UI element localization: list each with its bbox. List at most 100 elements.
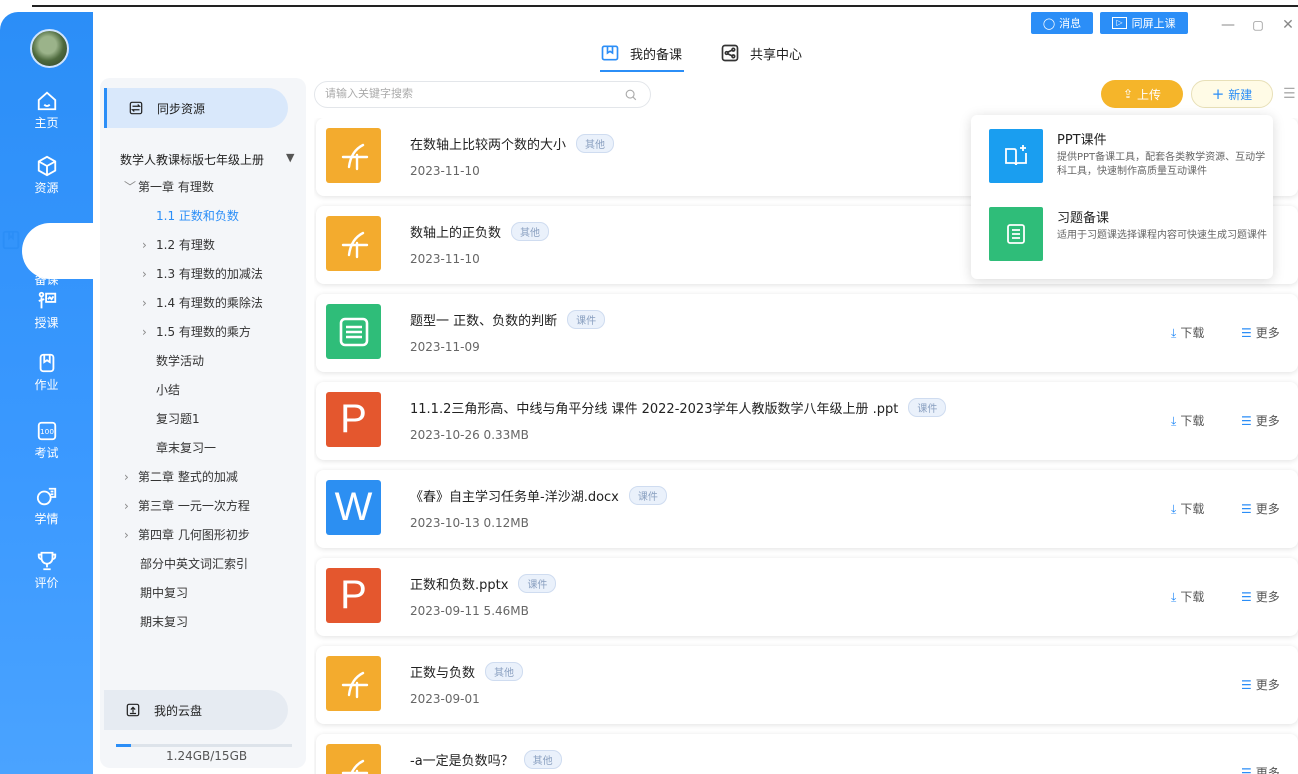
message-button[interactable]: ◯ 消息 — [1031, 12, 1093, 34]
resource-tag: 其他 — [523, 750, 562, 769]
upload-button[interactable]: ⇪ 上传 — [1101, 80, 1183, 108]
chevron-right-icon[interactable]: › — [142, 238, 156, 252]
tree-item[interactable]: 期中复习 — [140, 584, 188, 601]
screen-share-button[interactable]: ▷ 同屏上课 — [1100, 12, 1188, 34]
nav-item-resources[interactable]: 资源 — [0, 155, 93, 211]
tree-item[interactable]: 期末复习 — [140, 613, 188, 630]
trophy-icon — [37, 551, 56, 571]
tab-share-center[interactable]: 共享中心 — [720, 34, 810, 72]
nav-item-exam[interactable]: 100 考试 — [0, 420, 93, 476]
nav-item-home[interactable]: 主页 — [0, 90, 93, 146]
book-dropdown-icon[interactable]: ▼ — [286, 151, 294, 164]
more-button[interactable]: ☰ 更多 — [1241, 764, 1280, 774]
nav-item-analytics[interactable]: 学情 — [0, 486, 93, 542]
resource-title[interactable]: 数轴上的正负数 — [410, 222, 501, 241]
list-menu-icon[interactable]: ☰ — [1283, 86, 1296, 102]
tree-item[interactable]: › 第三章 一元一次方程 — [124, 497, 250, 514]
resource-title[interactable]: 正数和负数.pptx — [410, 574, 508, 593]
chevron-right-icon[interactable]: › — [124, 499, 138, 513]
resource-card[interactable]: P 11.1.2三角形高、中线与角平分线 课件 2022-2023学年人教版数学八… — [316, 382, 1298, 460]
upload-icon: ⇪ — [1122, 87, 1134, 101]
more-button[interactable]: ☰ 更多 — [1241, 676, 1280, 693]
nav-label: 学情 — [34, 512, 59, 526]
resource-title[interactable]: -a一定是负数吗？ — [410, 750, 514, 769]
more-button[interactable]: ☰ 更多 — [1241, 412, 1280, 429]
chevron-right-icon[interactable]: › — [142, 296, 156, 310]
other-file-icon — [326, 216, 381, 271]
maximize-icon[interactable]: ▢ — [1246, 13, 1270, 37]
tree-item[interactable]: › 1.2 有理数 — [142, 236, 215, 253]
tree-item[interactable]: › 1.4 有理数的乘除法 — [142, 294, 263, 311]
search-input[interactable] — [325, 87, 615, 100]
tree-item[interactable]: › 1.5 有理数的乘方 — [142, 323, 251, 340]
chevron-right-icon[interactable]: › — [142, 325, 156, 339]
sync-resources-button[interactable]: 同步资源 — [104, 88, 288, 128]
tab-my-lessons[interactable]: 我的备课 — [600, 34, 684, 72]
resource-title[interactable]: 在数轴上比较两个数的大小 — [410, 134, 566, 153]
resource-tag: 其他 — [485, 662, 524, 681]
tree-item[interactable]: › 1.3 有理数的加减法 — [142, 265, 263, 282]
tree-item[interactable]: 复习题1 — [156, 410, 200, 427]
more-button[interactable]: ☰ 更多 — [1241, 588, 1280, 605]
resource-title-row: 题型一 正数、负数的判断 课件 — [410, 310, 606, 329]
resource-card[interactable]: 题型一 正数、负数的判断 课件 2023-11-09 ⤓ 下载 ☰ 更多 — [316, 294, 1298, 372]
tree-item[interactable]: 部分中英文词汇索引 — [140, 555, 248, 572]
resource-title[interactable]: 11.1.2三角形高、中线与角平分线 课件 2022-2023学年人教版数学八年… — [410, 398, 898, 417]
resource-card[interactable]: W 《春》自主学习任务单-洋沙湖.docx 课件 2023-10-13 0.12MB ⤓… — [316, 470, 1298, 548]
tree-item[interactable]: 1.1 正数和负数 — [142, 207, 239, 224]
book-title[interactable]: 数学人教课标版七年级上册 — [120, 151, 264, 168]
avatar[interactable] — [30, 29, 69, 68]
download-icon: ⤓ — [1171, 590, 1177, 604]
resource-title-row: 正数和负数.pptx 课件 — [410, 574, 557, 593]
tree-item-label: 第三章 一元一次方程 — [138, 499, 250, 513]
more-icon: ☰ — [1241, 678, 1252, 692]
more-label: 更多 — [1255, 326, 1280, 340]
resource-title[interactable]: 正数与负数 — [410, 662, 475, 681]
resource-card[interactable]: P 正数和负数.pptx 课件 2023-09-11 5.46MB ⤓ 下载 ☰ 更多 — [316, 558, 1298, 636]
book-open-icon — [601, 45, 619, 61]
tree-item-label: 1.2 有理数 — [156, 238, 215, 252]
download-button[interactable]: ⤓ 下载 — [1171, 500, 1204, 517]
more-label: 更多 — [1255, 678, 1280, 692]
new-ppt-courseware-option[interactable]: PPT课件 提供PPT备课工具，配套各类教学资源、互动学科工具，快速制作高质量互… — [989, 129, 1265, 189]
svg-text:100: 100 — [40, 427, 54, 436]
download-button[interactable]: ⤓ 下载 — [1171, 412, 1204, 429]
download-button[interactable]: ⤓ 下载 — [1171, 588, 1204, 605]
more-icon: ☰ — [1241, 766, 1252, 774]
tree-item[interactable]: 小结 — [156, 381, 180, 398]
nav-item-teaching[interactable]: 授课 — [0, 290, 93, 346]
resource-card[interactable]: -a一定是负数吗？ 其他 ☰ 更多 — [316, 734, 1298, 774]
teaching-icon — [37, 291, 56, 309]
tree-item[interactable]: ﹀ 第一章 有理数 — [124, 178, 214, 195]
chevron-right-icon[interactable]: › — [124, 528, 138, 542]
download-button[interactable]: ⤓ 下载 — [1171, 324, 1204, 341]
chevron-right-icon[interactable]: › — [124, 470, 138, 484]
tree-item-label: 部分中英文词汇索引 — [140, 557, 249, 571]
search-icon[interactable] — [624, 88, 638, 102]
resource-card[interactable]: 正数与负数 其他 2023-09-01 ☰ 更多 — [316, 646, 1298, 724]
new-button[interactable]: + 新建 — [1191, 80, 1273, 108]
new-menu-popup: PPT课件 提供PPT备课工具，配套各类教学资源、互动学科工具，快速制作高质量互… — [971, 115, 1273, 279]
more-button[interactable]: ☰ 更多 — [1241, 324, 1280, 341]
tree-item[interactable]: › 第四章 几何图形初步 — [124, 526, 250, 543]
more-button[interactable]: ☰ 更多 — [1241, 500, 1280, 517]
chevron-down-icon[interactable]: ﹀ — [124, 178, 138, 195]
resource-title[interactable]: 《春》自主学习任务单-洋沙湖.docx — [410, 486, 619, 505]
nav-item-lesson-prep[interactable]: 备课 — [2, 223, 93, 287]
nav-item-evaluation[interactable]: 评价 — [0, 550, 93, 606]
resource-title[interactable]: 题型一 正数、负数的判断 — [410, 310, 557, 329]
new-exercise-option[interactable]: 习题备课 适用于习题课选择课程内容可快速生成习题课件 — [989, 207, 1267, 267]
download-label: 下载 — [1180, 502, 1205, 516]
tree-item[interactable]: › 第二章 整式的加减 — [124, 468, 238, 485]
tree-item-label: 期末复习 — [140, 615, 189, 629]
tree-item[interactable]: 数学活动 — [156, 352, 204, 369]
tree-item-label: 小结 — [156, 383, 181, 397]
close-icon[interactable]: ✕ — [1276, 13, 1298, 37]
minimize-icon[interactable]: — — [1216, 13, 1240, 37]
nav-item-homework[interactable]: 作业 — [0, 352, 93, 408]
tree-item[interactable]: 章末复习一 — [156, 439, 216, 456]
my-cloud-button[interactable]: 我的云盘 — [104, 690, 288, 730]
resource-meta: 2023-10-26 0.33MB — [410, 428, 529, 442]
tree-item-label: 期中复习 — [140, 586, 189, 600]
chevron-right-icon[interactable]: › — [142, 267, 156, 281]
